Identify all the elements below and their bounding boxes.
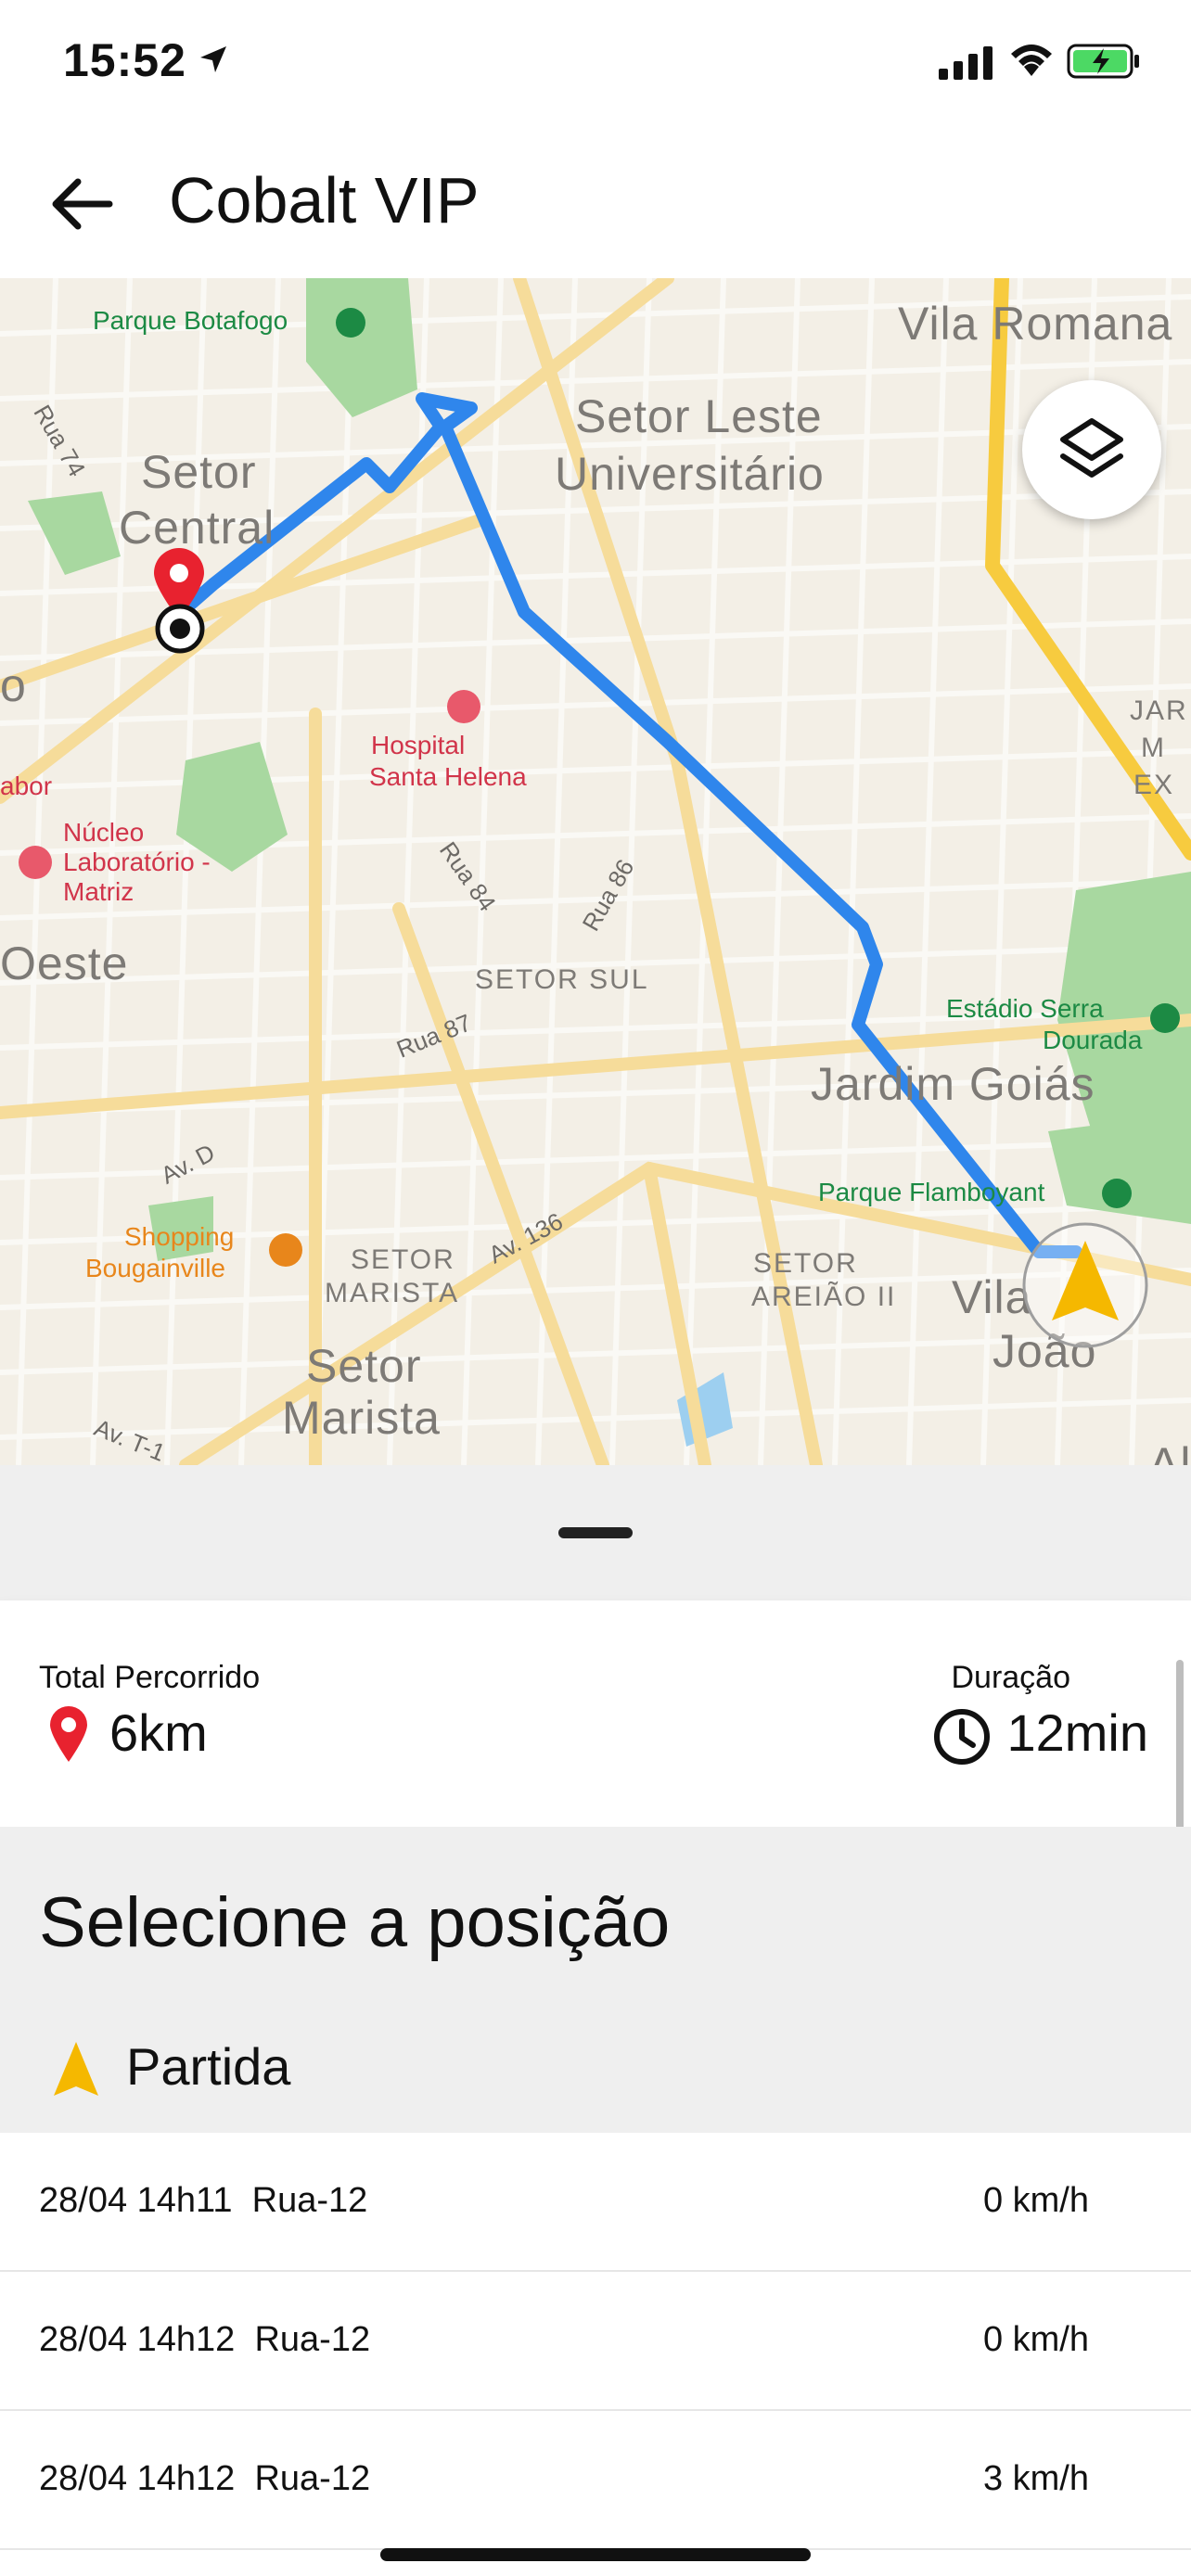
map-label: Matriz: [63, 877, 134, 906]
distance-value: 6km: [109, 1703, 208, 1762]
position-datetime: 28/04 14h12 Rua-12: [39, 2320, 371, 2359]
map-label: Setor: [141, 446, 257, 498]
map-label: Oeste: [0, 937, 129, 989]
map-label: Marista: [282, 1392, 441, 1444]
list-item[interactable]: 28/04 14h11 Rua-12 0 km/h: [0, 2133, 1191, 2272]
duration-label: Duração: [951, 1660, 1070, 1695]
position-datetime: 28/04 14h12 Rua-12: [39, 2459, 371, 2498]
app-header: Cobalt VIP: [0, 130, 1191, 278]
distance-label: Total Percorrido: [39, 1660, 261, 1695]
page-title: Cobalt VIP: [169, 164, 480, 236]
location-arrow-icon: [200, 46, 226, 72]
map-label: EX: [1133, 770, 1175, 800]
map-label: SETOR: [351, 1244, 455, 1275]
map-label: Shopping: [124, 1222, 235, 1251]
map-label: Setor Leste: [575, 390, 823, 442]
map-label: Bougainville: [85, 1254, 225, 1282]
navigation-arrow-icon[interactable]: [1020, 1220, 1150, 1350]
map-label: Núcleo: [63, 818, 145, 847]
map-label: MARISTA: [325, 1278, 460, 1308]
trip-summary-card: Total Percorrido 6km Duração 12min: [0, 1600, 1191, 1827]
map-label: Universitário: [555, 448, 825, 500]
battery-charging-icon: [1067, 44, 1139, 79]
map-label: M: [1141, 733, 1166, 763]
map-layers-button[interactable]: [1022, 380, 1161, 519]
map-label: Setor: [306, 1340, 422, 1392]
back-arrow-icon[interactable]: [45, 167, 119, 241]
map-label: AREIÃO II: [751, 1282, 897, 1312]
section-title: Selecione a posição: [39, 1883, 671, 1962]
layers-icon: [1060, 418, 1123, 478]
map-view[interactable]: Parque Botafogo Vila Romana Setor Leste …: [0, 278, 1191, 1465]
wifi-icon: [1011, 45, 1052, 76]
map-label: Estádio Serra: [946, 994, 1104, 1023]
cellular-signal-icon: [939, 46, 992, 80]
status-time: 15:52: [63, 34, 186, 86]
position-speed: 0 km/h: [982, 2181, 1089, 2220]
map-label: SETOR SUL: [475, 964, 649, 995]
position-datetime: 28/04 14h11 Rua-12: [39, 2181, 368, 2220]
position-speed: 3 km/h: [982, 2459, 1089, 2498]
status-bar: 15:52: [0, 0, 1191, 130]
position-selection-header: Selecione a posição Partida: [0, 1827, 1191, 2133]
map-pin-icon: [50, 1706, 87, 1762]
list-item[interactable]: 28/04 14h12 Rua-12 3 km/h: [0, 2411, 1191, 2550]
map-label: abor: [0, 772, 53, 800]
map-label: Santa Helena: [369, 762, 527, 791]
position-list: 28/04 14h11 Rua-12 0 km/h 28/04 14h12 Ru…: [0, 2133, 1191, 2550]
start-label: Partida: [126, 2037, 291, 2096]
map-label: Dourada: [1043, 1026, 1143, 1054]
position-speed: 0 km/h: [982, 2320, 1089, 2359]
map-label: Vila Romana: [898, 298, 1173, 350]
drag-handle[interactable]: [558, 1527, 633, 1538]
duration-value: 12min: [1006, 1703, 1148, 1762]
map-label: Parque Flamboyant: [818, 1178, 1045, 1206]
map-label: SETOR: [753, 1248, 858, 1279]
map-label: Hospital: [371, 731, 466, 759]
map-label: Parque Botafogo: [93, 306, 288, 335]
map-label: Laboratório -: [63, 848, 211, 876]
bottom-sheet-handle-area[interactable]: [0, 1465, 1191, 1600]
current-location-icon: [155, 604, 205, 654]
map-label: Jardim Goiás: [811, 1058, 1095, 1110]
map-label: o: [0, 659, 27, 711]
map-label: JAR: [1130, 695, 1188, 726]
clock-icon: [934, 1709, 990, 1765]
navigation-arrow-icon: [54, 2042, 98, 2096]
list-item[interactable]: 28/04 14h12 Rua-12 0 km/h: [0, 2272, 1191, 2411]
map-label: Alt: [1148, 1438, 1191, 1465]
home-indicator[interactable]: [380, 2548, 811, 2561]
